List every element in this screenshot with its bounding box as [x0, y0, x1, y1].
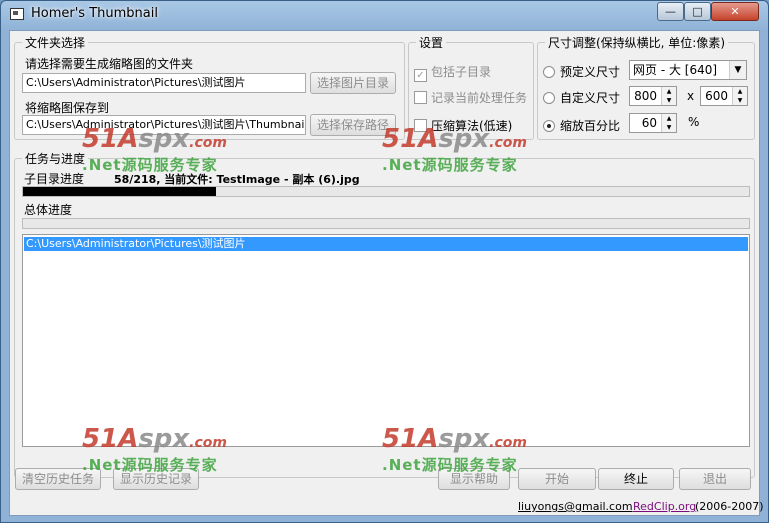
watermark-tagline: .Net源码服务专家 — [82, 456, 218, 474]
preset-size-select[interactable]: 网页 - 大 [640] ▼ — [629, 60, 747, 80]
checkmark-icon: ✓ — [414, 69, 427, 82]
size-group: 尺寸调整(保持纵横比, 单位:像素) 预定义尺寸 网页 - 大 [640] ▼ … — [537, 34, 755, 140]
select-source-button[interactable]: 选择图片目录 — [310, 72, 396, 94]
maximize-button[interactable]: □ — [684, 2, 711, 21]
save-folder-label: 将缩略图保存到 — [25, 101, 110, 115]
watermark-tagline: .Net源码服务专家 — [382, 156, 518, 174]
percent-label: 缩放百分比 — [560, 119, 621, 133]
copyright-years: (2006-2007) — [695, 500, 764, 513]
watermark: 51Aspx.com .Net源码服务专家 — [382, 424, 527, 475]
log-task-checkbox[interactable]: 记录当前处理任务 — [414, 89, 527, 106]
custom-height-stepper[interactable]: 600 ▲ ▼ — [700, 86, 748, 106]
watermark-domain: .com — [489, 135, 527, 151]
app-icon — [10, 8, 24, 20]
spin-arrows-icon[interactable]: ▲ ▼ — [661, 114, 676, 132]
custom-width-value: 800 — [634, 89, 657, 103]
watermark-tagline: .Net源码服务专家 — [382, 456, 518, 474]
stop-button[interactable]: 终止 — [598, 468, 674, 490]
chevron-down-icon[interactable]: ▼ — [729, 61, 746, 79]
percent-radio[interactable]: 缩放百分比 — [543, 117, 620, 134]
total-progress-label: 总体进度 — [24, 203, 73, 217]
spin-arrows-icon[interactable]: ▲ ▼ — [732, 87, 747, 105]
sub-progress-fill — [23, 187, 217, 196]
watermark-tagline: .Net源码服务专家 — [82, 156, 218, 174]
exit-button[interactable]: 退出 — [679, 468, 751, 490]
close-button[interactable]: ✕ — [711, 2, 759, 21]
size-separator: x — [687, 89, 695, 103]
app-window: Homer's Thumbnail — □ ✕ 文件夹选择 请选择需要生成缩略图… — [0, 0, 769, 523]
size-group-title: 尺寸调整(保持纵横比, 单位:像素) — [545, 34, 729, 51]
watermark-logo: 51Aspx — [382, 124, 490, 154]
progress-group-title: 任务与进度 — [22, 150, 89, 167]
source-folder-input[interactable]: C:\Users\Administrator\Pictures\测试图片 — [22, 73, 306, 93]
watermark-logo: 51Aspx — [382, 424, 490, 454]
folder-group-title: 文件夹选择 — [22, 34, 89, 51]
title-bar[interactable]: Homer's Thumbnail — □ ✕ — [1, 1, 768, 28]
log-task-label: 记录当前处理任务 — [431, 91, 528, 105]
percent-unit: % — [688, 115, 700, 129]
watermark-domain: .com — [189, 135, 227, 151]
custom-size-radio[interactable]: 自定义尺寸 — [543, 89, 620, 106]
sub-progress-bar — [22, 186, 750, 197]
radio-selected-icon — [543, 120, 555, 132]
include-subdirs-checkbox[interactable]: ✓ 包括子目录 — [414, 63, 491, 82]
client-area: 文件夹选择 请选择需要生成缩略图的文件夹 C:\Users\Administra… — [9, 30, 764, 516]
site-link[interactable]: RedClip.org — [633, 500, 696, 513]
watermark: 51Aspx.com .Net源码服务专家 — [382, 124, 527, 175]
custom-height-value: 600 — [705, 89, 728, 103]
total-progress-bar — [22, 218, 750, 229]
watermark-domain: .com — [489, 435, 527, 451]
preset-size-value: 网页 - 大 [640] — [633, 63, 718, 77]
checkbox-icon — [414, 91, 427, 104]
window-title: Homer's Thumbnail — [31, 6, 158, 21]
custom-width-stepper[interactable]: 800 ▲ ▼ — [629, 86, 677, 106]
percent-value: 60 — [641, 116, 657, 130]
watermark-logo: 51Aspx — [82, 124, 190, 154]
list-item[interactable]: C:\Users\Administrator\Pictures\测试图片 — [24, 237, 748, 251]
history-list[interactable]: C:\Users\Administrator\Pictures\测试图片 — [22, 234, 750, 447]
custom-size-label: 自定义尺寸 — [560, 91, 621, 105]
preset-size-radio[interactable]: 预定义尺寸 — [543, 63, 620, 80]
source-folder-label: 请选择需要生成缩略图的文件夹 — [25, 57, 194, 71]
watermark: 51Aspx.com .Net源码服务专家 — [82, 424, 227, 475]
include-subdirs-label: 包括子目录 — [431, 65, 492, 79]
watermark-logo: 51Aspx — [82, 424, 190, 454]
percent-stepper[interactable]: 60 ▲ ▼ — [629, 113, 677, 133]
radio-icon — [543, 66, 555, 78]
preset-size-label: 预定义尺寸 — [560, 65, 621, 79]
start-button[interactable]: 开始 — [518, 468, 596, 490]
spin-arrows-icon[interactable]: ▲ ▼ — [661, 87, 676, 105]
author-email[interactable]: liuyongs@gmail.com — [518, 500, 633, 513]
settings-group-title: 设置 — [416, 34, 447, 51]
watermark: 51Aspx.com .Net源码服务专家 — [82, 124, 227, 175]
watermark-domain: .com — [189, 435, 227, 451]
sub-progress-label: 子目录进度 — [24, 172, 85, 186]
minimize-button[interactable]: — — [657, 2, 684, 21]
radio-icon — [543, 92, 555, 104]
